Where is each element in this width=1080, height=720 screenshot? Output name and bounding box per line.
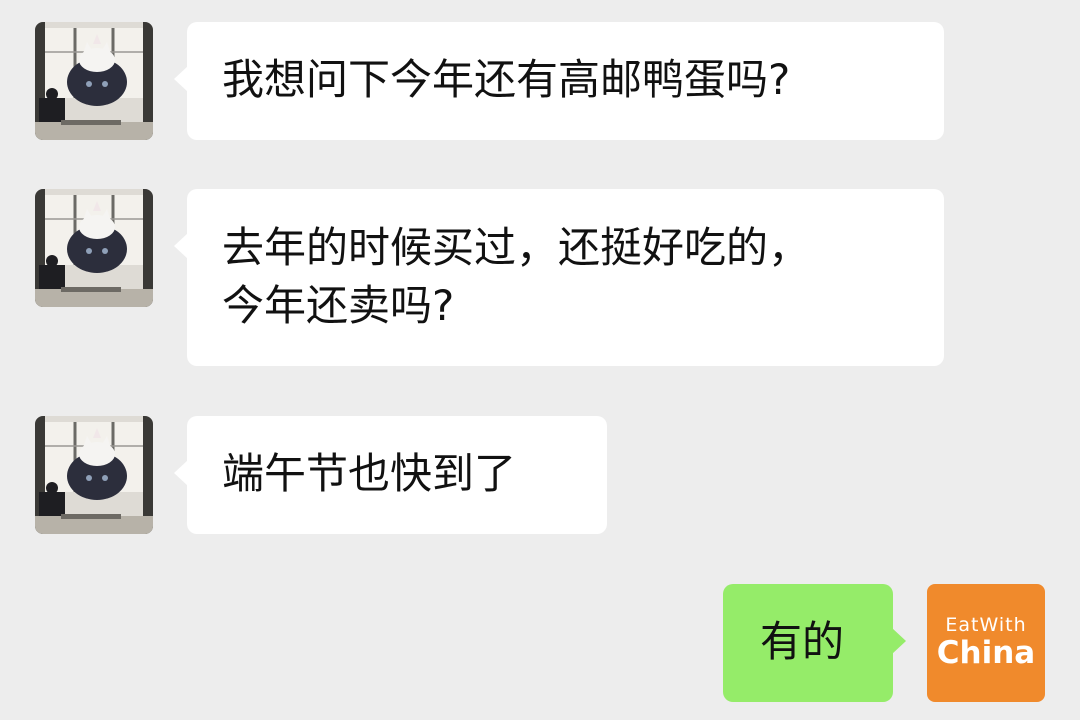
bubble-tail bbox=[174, 460, 188, 486]
message-text: 有的 bbox=[760, 617, 845, 666]
message-text: 去年的时候买过，还挺好吃的， 今年还卖吗? bbox=[222, 223, 811, 330]
message-text: 我想问下今年还有高邮鸭蛋吗? bbox=[222, 55, 791, 104]
message-bubble-outgoing[interactable]: 有的 bbox=[723, 584, 906, 702]
logo-text-bottom: China bbox=[936, 635, 1036, 671]
logo-text-top: EatWith bbox=[945, 614, 1027, 636]
cat-illustration-icon bbox=[35, 416, 153, 534]
cat-illustration-icon bbox=[35, 22, 153, 140]
message-text: 端午节也快到了 bbox=[222, 449, 517, 498]
chat-window: 我想问下今年还有高邮鸭蛋吗? 去年的时候买过，还挺好吃的， 今年还卖吗? 端午节… bbox=[0, 0, 1080, 720]
bubble-tail bbox=[892, 628, 906, 654]
cat-illustration-icon bbox=[35, 189, 153, 307]
contact-avatar[interactable] bbox=[35, 416, 153, 534]
message-bubble-incoming[interactable]: 我想问下今年还有高邮鸭蛋吗? bbox=[174, 22, 944, 140]
message-bubble-incoming[interactable]: 端午节也快到了 bbox=[174, 416, 607, 534]
contact-avatar[interactable] bbox=[35, 189, 153, 307]
bubble-tail bbox=[174, 66, 188, 92]
contact-avatar[interactable] bbox=[35, 22, 153, 140]
bubble-tail bbox=[174, 233, 188, 259]
self-avatar-eatwithchina-logo[interactable]: EatWith China bbox=[927, 584, 1045, 702]
message-bubble-incoming[interactable]: 去年的时候买过，还挺好吃的， 今年还卖吗? bbox=[174, 189, 944, 366]
